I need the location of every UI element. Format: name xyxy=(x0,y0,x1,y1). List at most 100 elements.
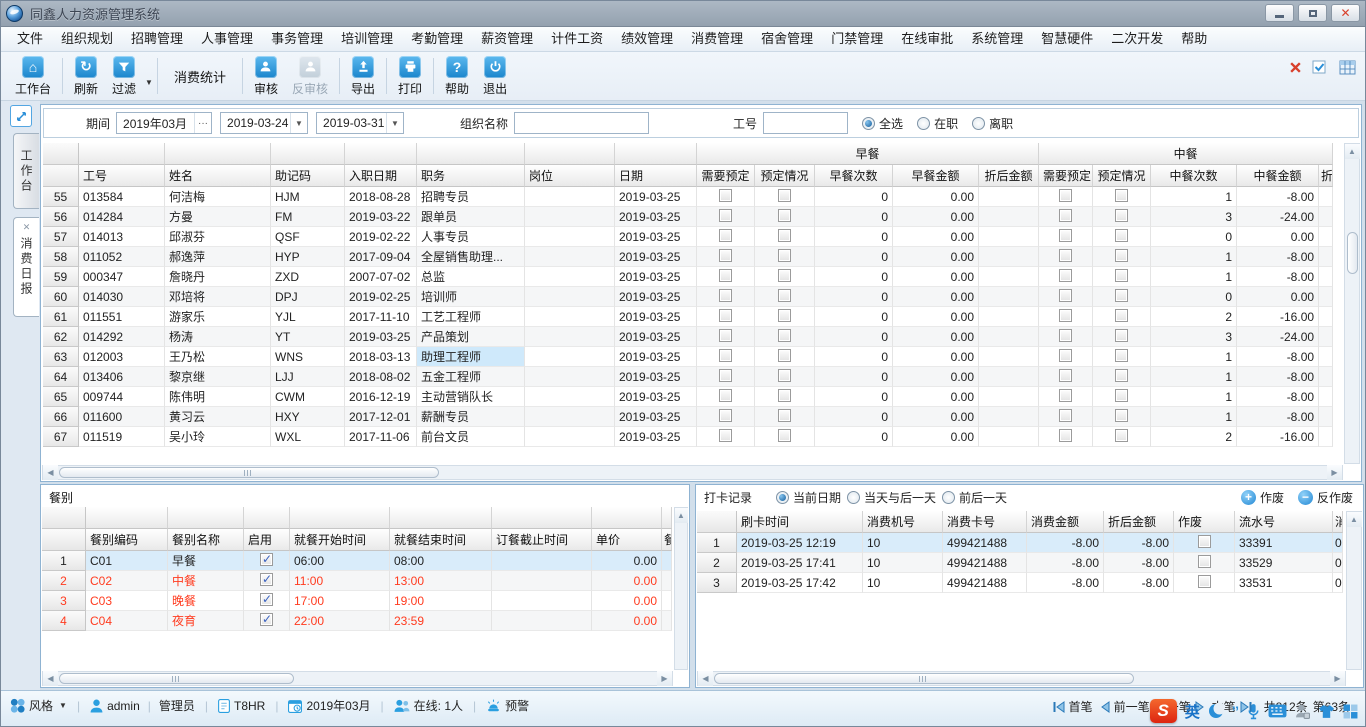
menu-item-3[interactable]: 人事管理 xyxy=(192,27,262,51)
checkbox[interactable] xyxy=(778,349,791,362)
checkbox[interactable] xyxy=(1059,269,1072,282)
period-combo[interactable]: 2019年03月 ··· xyxy=(116,112,212,134)
checkbox[interactable] xyxy=(1115,209,1128,222)
scroll-up-icon[interactable]: ▲ xyxy=(1345,144,1360,159)
checkbox[interactable] xyxy=(1198,535,1211,548)
grid-settings-icon[interactable] xyxy=(1339,60,1356,75)
checkbox[interactable] xyxy=(778,249,791,262)
checkbox[interactable] xyxy=(1115,429,1128,442)
main-grid-hscrollbar[interactable]: ◀ ▶ xyxy=(42,465,1343,480)
col-header[interactable]: 消费卡号 xyxy=(943,511,1027,533)
scroll-left-icon[interactable]: ◀ xyxy=(698,671,713,686)
table-row[interactable]: 61011551游家乐YJL2017-11-10工艺工程师2019-03-250… xyxy=(43,307,1333,327)
checkbox[interactable] xyxy=(778,189,791,202)
checkbox[interactable] xyxy=(1059,209,1072,222)
scroll-left-icon[interactable]: ◀ xyxy=(43,671,58,686)
minimize-button[interactable] xyxy=(1265,4,1294,22)
col-header-clipped[interactable]: 消 xyxy=(1333,511,1343,533)
checkbox[interactable] xyxy=(1115,369,1128,382)
checkbox[interactable] xyxy=(1115,249,1128,262)
col-header[interactable]: 日期 xyxy=(615,165,697,187)
col-header[interactable]: 订餐截止时间 xyxy=(492,529,592,551)
checkbox[interactable] xyxy=(260,593,273,606)
col-header[interactable]: 岗位 xyxy=(525,165,615,187)
checkbox[interactable] xyxy=(719,349,732,362)
menu-item-5[interactable]: 培训管理 xyxy=(332,27,402,51)
checkbox[interactable] xyxy=(778,269,791,282)
void-button[interactable]: + 作废 xyxy=(1241,489,1284,506)
database-indicator[interactable]: T8HR xyxy=(218,699,265,713)
col-header[interactable]: 助记码 xyxy=(271,165,345,187)
table-row[interactable]: 22019-03-25 17:4110499421488-8.00-8.0033… xyxy=(697,553,1343,573)
menu-item-16[interactable]: 二次开发 xyxy=(1102,27,1172,51)
checkbox[interactable] xyxy=(719,249,732,262)
checkbox[interactable] xyxy=(1059,309,1072,322)
help-button[interactable]: ? 帮助 xyxy=(438,54,476,99)
checkbox[interactable] xyxy=(1115,269,1128,282)
audit-button[interactable]: 审核 xyxy=(247,54,285,99)
checkbox[interactable] xyxy=(1198,575,1211,588)
table-row[interactable]: 12019-03-25 12:1910499421488-8.00-8.0033… xyxy=(697,533,1343,553)
checkbox[interactable] xyxy=(1115,389,1128,402)
checkbox[interactable] xyxy=(260,553,273,566)
hscroll-thumb[interactable] xyxy=(714,673,1134,684)
col-header[interactable]: 工号 xyxy=(79,165,165,187)
table-row[interactable]: 2C02中餐11:0013:000.00 xyxy=(42,571,672,591)
radio-all[interactable] xyxy=(862,117,875,130)
col-header[interactable]: 姓名 xyxy=(165,165,271,187)
checkbox[interactable] xyxy=(719,389,732,402)
table-row[interactable]: 67011519吴小玲WXL2017-11-06前台文员2019-03-2500… xyxy=(43,427,1333,447)
checkbox[interactable] xyxy=(719,209,732,222)
org-input[interactable] xyxy=(514,112,649,134)
col-header-clipped[interactable]: 折后金额 xyxy=(1319,165,1333,187)
table-row[interactable]: 3C03晚餐17:0019:000.00 xyxy=(42,591,672,611)
keyboard-icon[interactable] xyxy=(1268,704,1287,718)
checkbox[interactable] xyxy=(778,389,791,402)
punctuation-toggle-icon[interactable]: ’’ xyxy=(1232,703,1239,719)
col-header[interactable]: 启用 xyxy=(244,529,290,551)
checkbox[interactable] xyxy=(719,189,732,202)
checkbox[interactable] xyxy=(1198,555,1211,568)
checkbox[interactable] xyxy=(719,409,732,422)
checkbox[interactable] xyxy=(260,613,273,626)
checkbox[interactable] xyxy=(778,429,791,442)
alert-indicator[interactable]: 预警 xyxy=(486,697,529,714)
checkbox[interactable] xyxy=(1059,249,1072,262)
col-header[interactable]: 作废 xyxy=(1174,511,1235,533)
checkbox[interactable] xyxy=(719,289,732,302)
checkbox[interactable] xyxy=(719,429,732,442)
col-header[interactable]: 中餐次数 xyxy=(1151,165,1237,187)
table-row[interactable]: 58011052郝逸萍HYP2017-09-04全屋销售助理...2019-03… xyxy=(43,247,1333,267)
microphone-icon[interactable] xyxy=(1247,703,1260,720)
menu-item-8[interactable]: 计件工资 xyxy=(542,27,612,51)
checkbox[interactable] xyxy=(1059,429,1072,442)
col-header[interactable]: 消费金额 xyxy=(1027,511,1104,533)
table-row[interactable]: 56014284方曼FM2019-03-22跟单员2019-03-2500.00… xyxy=(43,207,1333,227)
date-from-combo[interactable]: 2019-03-24 ▼ xyxy=(220,112,308,134)
filter-button[interactable]: 过滤 xyxy=(105,54,143,99)
vscroll-thumb[interactable] xyxy=(1347,232,1358,274)
checkbox[interactable] xyxy=(778,229,791,242)
checkbox[interactable] xyxy=(778,309,791,322)
radio-left[interactable] xyxy=(972,117,985,130)
table-row[interactable]: 1C01早餐06:0008:000.00 xyxy=(42,551,672,571)
checkbox[interactable] xyxy=(719,329,732,342)
checkbox[interactable] xyxy=(778,369,791,382)
table-row[interactable]: 55013584何洁梅HJM2018-08-28招聘专员2019-03-2500… xyxy=(43,187,1333,207)
scroll-up-icon[interactable]: ▲ xyxy=(1347,512,1362,527)
radio-current-date[interactable] xyxy=(776,491,789,504)
table-row[interactable]: 65009744陈伟明CWM2016-12-19主动营销队长2019-03-25… xyxy=(43,387,1333,407)
menu-item-9[interactable]: 绩效管理 xyxy=(612,27,682,51)
emp-id-input[interactable] xyxy=(763,112,848,134)
checkbox[interactable] xyxy=(1059,389,1072,402)
checkbox[interactable] xyxy=(1115,329,1128,342)
checkbox[interactable] xyxy=(1115,289,1128,302)
col-header[interactable]: 就餐结束时间 xyxy=(390,529,492,551)
date-to-combo[interactable]: 2019-03-31 ▼ xyxy=(316,112,404,134)
col-header[interactable]: 预定情况 xyxy=(755,165,815,187)
checkbox[interactable] xyxy=(778,409,791,422)
export-button[interactable]: 导出 xyxy=(344,54,382,99)
checkbox[interactable] xyxy=(778,289,791,302)
table-row[interactable]: 57014013邱淑芬QSF2019-02-22人事专员2019-03-2500… xyxy=(43,227,1333,247)
sogou-logo-icon[interactable]: S xyxy=(1150,699,1177,723)
